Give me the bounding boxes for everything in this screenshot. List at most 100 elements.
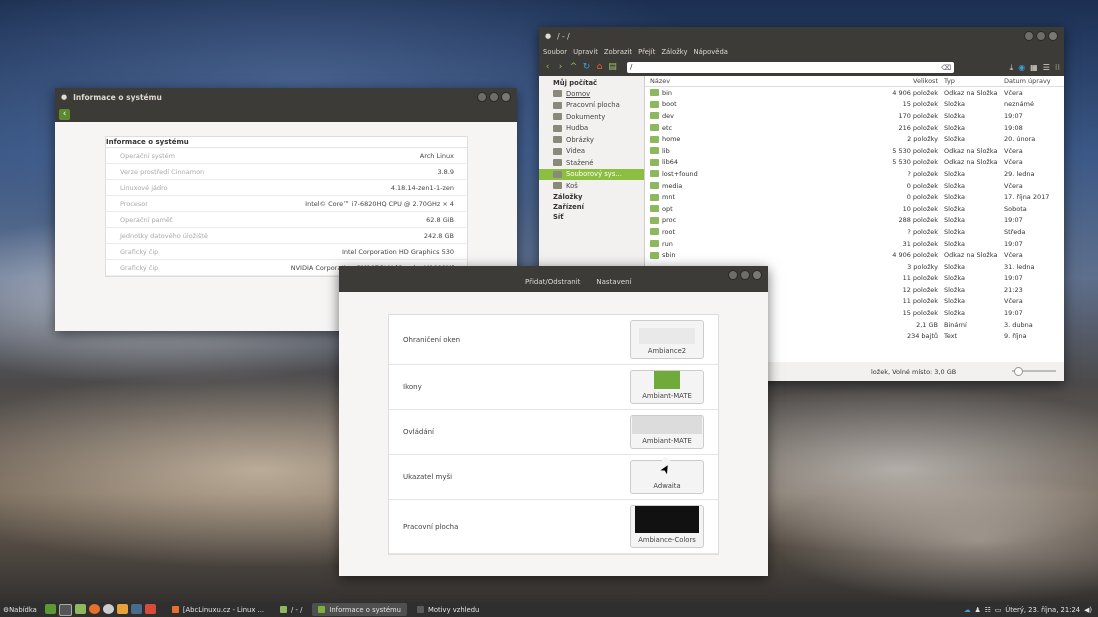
window-menu-icon[interactable]: ● bbox=[61, 93, 67, 101]
minimize-button[interactable] bbox=[728, 270, 738, 280]
file-name-cell: proc bbox=[645, 216, 870, 224]
table-row[interactable]: run 31 položek Složka 19:07 bbox=[645, 238, 1064, 250]
table-row[interactable]: media 0 položek Složka Včera bbox=[645, 180, 1064, 192]
maximize-button[interactable] bbox=[740, 270, 750, 280]
theme-picker-button[interactable]: Ambiant-MATE bbox=[630, 370, 704, 404]
taskbar-task[interactable]: [AbcLinuxu.cz - Linux ... bbox=[166, 603, 270, 616]
sidebar-section-header[interactable]: Síť bbox=[539, 212, 644, 222]
theme-picker-button[interactable]: Ambiant-MATE bbox=[630, 415, 704, 449]
close-button[interactable] bbox=[501, 92, 511, 102]
sidebar-item[interactable]: Dokumenty bbox=[539, 111, 644, 123]
home-icon[interactable]: ⌂ bbox=[595, 63, 604, 72]
system-info-titlebar[interactable]: ● Informace o systému bbox=[55, 88, 517, 106]
menu-item[interactable]: Přejít bbox=[638, 48, 655, 56]
list-view-icon[interactable]: ☰ bbox=[1043, 63, 1050, 73]
minimize-button[interactable] bbox=[477, 92, 487, 102]
clock[interactable]: Úterý, 23. října, 21:24 bbox=[1005, 606, 1080, 614]
sidebar-item[interactable]: Videa bbox=[539, 146, 644, 158]
table-row[interactable]: dev 170 položek Složka 19:07 bbox=[645, 110, 1064, 122]
user-icon[interactable]: ♟ bbox=[975, 606, 981, 614]
forward-icon[interactable]: › bbox=[556, 63, 565, 72]
menu-item[interactable]: Zobrazit bbox=[604, 48, 632, 56]
firefox-icon[interactable] bbox=[88, 603, 100, 614]
icon-view-icon[interactable]: ▦ bbox=[1030, 63, 1038, 73]
zoom-slider[interactable] bbox=[1012, 367, 1056, 376]
theme-picker-button[interactable]: Ambiance-Colors bbox=[630, 505, 704, 548]
table-row[interactable]: lib64 5 530 položek Odkaz na Složka Včera bbox=[645, 157, 1064, 169]
close-button[interactable] bbox=[1048, 31, 1058, 41]
sidebar-section-header[interactable]: Záložky bbox=[539, 192, 644, 202]
theme-picker-button[interactable]: ➤ Adwaita bbox=[630, 456, 704, 494]
info-value: 3.8.9 bbox=[437, 167, 454, 176]
toggle-location-icon[interactable]: ⤓ bbox=[1010, 63, 1014, 73]
table-row[interactable]: proc 288 položek Složka 19:07 bbox=[645, 215, 1064, 227]
table-row[interactable]: root ? položek Složka Středa bbox=[645, 226, 1064, 238]
sidebar-item[interactable]: Koš bbox=[539, 180, 644, 192]
table-row[interactable]: bin 4 906 položek Odkaz na Složka Včera bbox=[645, 87, 1064, 99]
maximize-button[interactable] bbox=[1036, 31, 1046, 41]
show-desktop-icon[interactable] bbox=[44, 603, 56, 614]
menu-item[interactable]: Záložky bbox=[661, 48, 687, 56]
column-size[interactable]: Velikost bbox=[870, 77, 944, 85]
window-menu-icon[interactable]: ● bbox=[545, 32, 551, 40]
maximize-button[interactable] bbox=[489, 92, 499, 102]
reload-icon[interactable]: ↻ bbox=[582, 63, 591, 72]
cross-icon[interactable] bbox=[144, 603, 156, 614]
table-row[interactable]: boot 15 položek Složka neznámé bbox=[645, 99, 1064, 111]
back-icon[interactable]: ‹ bbox=[543, 63, 552, 72]
table-row[interactable]: lib 5 530 položek Odkaz na Složka Včera bbox=[645, 145, 1064, 157]
sidebar-section-header[interactable]: Zařízení bbox=[539, 202, 644, 212]
file-size: 2 položky bbox=[907, 135, 938, 144]
clear-location-icon[interactable]: ⌫ bbox=[941, 63, 951, 74]
sidebar-item[interactable]: Domov bbox=[539, 88, 644, 100]
search-icon[interactable]: ◉ bbox=[1018, 63, 1025, 73]
sidebar-section-header[interactable]: Můj počítač bbox=[539, 78, 644, 88]
table-row[interactable]: etc 216 položek Složka 19:08 bbox=[645, 122, 1064, 134]
table-row[interactable]: opt 10 položek Složka Sobota bbox=[645, 203, 1064, 215]
up-icon[interactable]: ^ bbox=[569, 63, 578, 72]
files-icon[interactable] bbox=[74, 603, 86, 614]
taskbar-task[interactable]: Motivy vzhledu bbox=[411, 603, 485, 616]
column-name[interactable]: Název bbox=[645, 77, 870, 85]
table-row[interactable]: lost+found ? položek Složka 29. ledna bbox=[645, 168, 1064, 180]
zoom-knob[interactable] bbox=[1014, 367, 1023, 376]
file-size: 15 položek bbox=[902, 100, 938, 109]
column-type[interactable]: Typ bbox=[944, 77, 1004, 85]
menu-item[interactable]: Soubor bbox=[543, 48, 567, 56]
location-input[interactable]: / ⌫ bbox=[627, 62, 954, 73]
minimize-button[interactable] bbox=[1024, 31, 1034, 41]
menu-button[interactable]: ⚙Nabídka bbox=[0, 606, 37, 614]
sidebar-item[interactable]: Hudba bbox=[539, 123, 644, 135]
file-size: 4 906 položek bbox=[892, 88, 938, 97]
package-icon[interactable] bbox=[116, 603, 128, 614]
computer-icon[interactable]: ▤ bbox=[608, 63, 617, 72]
file-date: 31. ledna bbox=[1004, 262, 1035, 271]
sidebar-item[interactable]: Stažené bbox=[539, 157, 644, 169]
table-row[interactable]: sbin 4 906 položek Odkaz na Složka Včera bbox=[645, 249, 1064, 261]
table-row[interactable]: mnt 0 položek Složka 17. října 2017 bbox=[645, 191, 1064, 203]
compact-view-icon[interactable]: ⁝⁝ bbox=[1055, 63, 1060, 73]
theme-picker-button[interactable]: Ambiance2 bbox=[630, 320, 704, 359]
steam-icon[interactable]: ☁ bbox=[964, 606, 971, 614]
column-date[interactable]: Datum úpravy bbox=[1004, 77, 1064, 85]
tab[interactable]: Přidat/Odstranit bbox=[519, 278, 588, 292]
battery-icon[interactable]: ▭ bbox=[995, 606, 1001, 614]
sidebar-item[interactable]: Souborový sys... bbox=[539, 168, 644, 180]
sidebar-item[interactable]: Pracovní plocha bbox=[539, 100, 644, 112]
taskbar-task[interactable]: / - / bbox=[274, 603, 308, 616]
terminal-icon[interactable] bbox=[58, 603, 72, 616]
monitor-icon[interactable] bbox=[130, 603, 142, 614]
back-arrow-icon[interactable]: ‹ bbox=[59, 108, 70, 120]
menu-item[interactable]: Nápověda bbox=[694, 48, 728, 56]
table-row[interactable]: home 2 položky Složka 20. února bbox=[645, 133, 1064, 145]
menu-item[interactable]: Upravit bbox=[573, 48, 598, 56]
taskbar-task[interactable]: Informace o systému bbox=[312, 603, 407, 616]
close-button[interactable] bbox=[752, 270, 762, 280]
volume-icon[interactable]: ◀) bbox=[1084, 606, 1092, 614]
tab[interactable]: Nastavení bbox=[590, 278, 639, 292]
settings-icon[interactable] bbox=[102, 603, 114, 614]
file-manager-titlebar[interactable]: ● / - / bbox=[539, 27, 1064, 45]
window-title: Informace o systému bbox=[73, 92, 162, 102]
sidebar-item[interactable]: Obrázky bbox=[539, 134, 644, 146]
network-icon[interactable]: ☷ bbox=[985, 606, 991, 614]
